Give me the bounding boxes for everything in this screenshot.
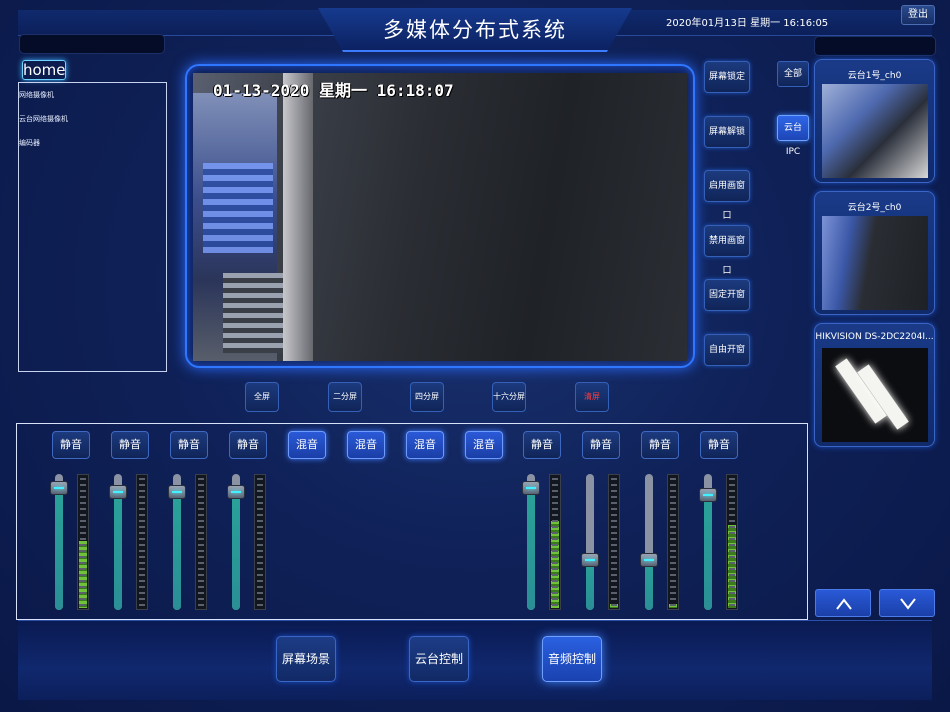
channel-3-level-meter xyxy=(195,474,207,610)
split-sixteen-button[interactable]: 十六分屏 xyxy=(492,382,526,412)
camera-card-1-title: 云台1号_ch0 xyxy=(847,71,902,81)
fixed-window-button[interactable]: 固定开窗 xyxy=(704,279,750,311)
header-datetime: 2020年01月13日 星期一 16:16:05 xyxy=(666,18,829,29)
channel-10-fader-track[interactable] xyxy=(586,474,594,610)
clear-screen-button[interactable]: 清屏 xyxy=(575,382,609,412)
scroll-up-button[interactable] xyxy=(815,589,871,617)
channel-2-fader-fill xyxy=(114,485,122,610)
channel-12-mute-button[interactable]: 静音 xyxy=(700,431,738,459)
channel-1-fader-fill xyxy=(55,481,63,610)
channel-1-mute-button[interactable]: 静音 xyxy=(52,431,90,459)
channel-9-fader-knob[interactable] xyxy=(522,481,540,495)
filter-ptz-ipc-button[interactable]: 云台IPC xyxy=(777,115,809,157)
enable-window-button[interactable]: 启用画窗口 xyxy=(704,170,750,221)
channel-2-fader-knob[interactable] xyxy=(109,485,127,499)
camera-card-1-thumbnail xyxy=(822,84,928,178)
free-window-button[interactable]: 自由开窗 xyxy=(704,334,750,366)
channel-4-mute-button[interactable]: 静音 xyxy=(229,431,267,459)
tree-item-encoder[interactable]: 编码器 xyxy=(19,138,40,148)
channel-3-fader-fill xyxy=(173,485,181,610)
bottom-nav-bar xyxy=(18,620,932,700)
disable-window-button[interactable]: 禁用画窗口 xyxy=(704,225,750,276)
channel-12-level-meter xyxy=(726,474,738,610)
channel-12-fader-knob[interactable] xyxy=(699,488,717,502)
channel-10-fader-knob[interactable] xyxy=(581,553,599,567)
channel-11-level-meter xyxy=(667,474,679,610)
camera-card-2-thumbnail xyxy=(822,216,928,310)
channel-2-level-meter xyxy=(136,474,148,610)
camera-card-3-thumbnail xyxy=(822,348,928,442)
filter-all-button[interactable]: 全部 xyxy=(777,61,809,87)
split-four-button[interactable]: 四分屏 xyxy=(410,382,444,412)
channel-9-fader-fill xyxy=(527,481,535,610)
channel-3-fader-knob[interactable] xyxy=(168,485,186,499)
camera-card-2-title: 云台2号_ch0 xyxy=(847,203,902,213)
channel-6-mix-button[interactable]: 混音 xyxy=(347,431,385,459)
nav-screen-scene-button[interactable]: 屏幕场景 xyxy=(276,636,336,682)
channel-10-mute-button[interactable]: 静音 xyxy=(582,431,620,459)
channel-4-fader-knob[interactable] xyxy=(227,485,245,499)
split-two-button[interactable]: 二分屏 xyxy=(328,382,362,412)
channel-9-mute-button[interactable]: 静音 xyxy=(523,431,561,459)
channel-8-mix-button[interactable]: 混音 xyxy=(465,431,503,459)
channel-9-level-meter xyxy=(549,474,561,610)
channel-11-fader-track[interactable] xyxy=(645,474,653,610)
home-node[interactable]: home xyxy=(22,60,66,80)
channel-4-level-meter xyxy=(254,474,266,610)
channel-4-fader-fill xyxy=(232,485,240,610)
camera-card-3-title: HIKVISION DS-2DC2204I... xyxy=(815,332,934,342)
channel-7-mix-button[interactable]: 混音 xyxy=(406,431,444,459)
page-title: 多媒体分布式系统 xyxy=(383,18,567,42)
channel-12-fader-fill xyxy=(704,488,712,610)
channel-11-mute-button[interactable]: 静音 xyxy=(641,431,679,459)
channel-11-fader-knob[interactable] xyxy=(640,553,658,567)
tree-item-ptz-camera[interactable]: 云台网络摄像机 xyxy=(19,114,68,124)
device-tree-panel xyxy=(18,82,167,372)
right-header-field xyxy=(814,36,936,56)
channel-1-fader-knob[interactable] xyxy=(50,481,68,495)
nav-audio-control-button[interactable]: 音频控制 xyxy=(542,636,602,682)
lock-screen-button[interactable]: 屏幕锁定 xyxy=(704,61,750,93)
video-osd-timestamp: 01-13-2020 星期一 16:18:07 xyxy=(213,81,454,100)
channel-3-mute-button[interactable]: 静音 xyxy=(170,431,208,459)
split-full-button[interactable]: 全屏 xyxy=(245,382,279,412)
channel-2-mute-button[interactable]: 静音 xyxy=(111,431,149,459)
chevron-up-icon xyxy=(836,598,852,610)
left-header-field xyxy=(19,34,165,54)
channel-1-level-meter xyxy=(77,474,89,610)
logout-button[interactable]: 登出 xyxy=(901,5,935,25)
unlock-screen-button[interactable]: 屏幕解锁 xyxy=(704,116,750,148)
scroll-down-button[interactable] xyxy=(879,589,935,617)
nav-ptz-control-button[interactable]: 云台控制 xyxy=(409,636,469,682)
tree-item-network-camera[interactable]: 网络摄像机 xyxy=(19,90,54,100)
chevron-down-icon xyxy=(900,598,916,610)
channel-10-level-meter xyxy=(608,474,620,610)
channel-5-mix-button[interactable]: 混音 xyxy=(288,431,326,459)
main-video[interactable] xyxy=(193,73,687,361)
